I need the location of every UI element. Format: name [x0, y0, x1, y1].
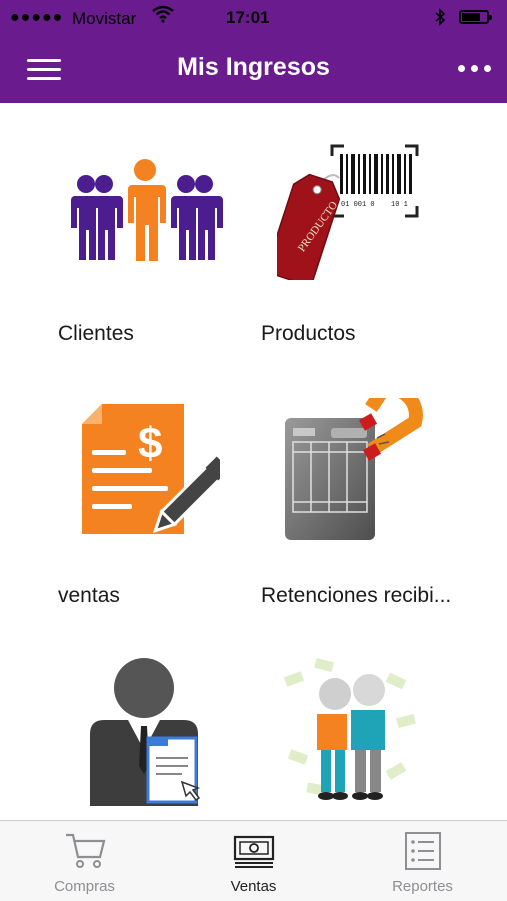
page-title: Mis Ingresos	[177, 53, 330, 81]
tab-label: Reportes	[392, 878, 453, 895]
tile-clientes[interactable]: Clientes	[40, 130, 240, 360]
more-options-button[interactable]	[458, 65, 494, 77]
tab-bar: Compras Ventas Reportes	[0, 820, 507, 901]
tile-label: Retenciones recibi...	[261, 584, 452, 607]
clients-icon	[68, 158, 223, 268]
more-dot	[471, 65, 478, 72]
bluetooth-icon	[434, 8, 446, 31]
retentions-icon	[283, 382, 423, 553]
svg-text:10 1: 10 1	[391, 201, 408, 209]
products-icon: 01 001 0 10 1 PRODUCTO	[264, 140, 427, 288]
tile-productos[interactable]: 01 001 0 10 1 PRODUCTO Productos	[245, 130, 485, 360]
clock: 17:01	[226, 8, 270, 27]
more-dot	[484, 65, 491, 72]
advisor-icon	[86, 656, 206, 811]
tab-compras[interactable]: Compras	[0, 821, 169, 901]
tile-label: Productos	[261, 322, 356, 345]
tab-label: Compras	[54, 878, 115, 895]
tab-reportes[interactable]: Reportes	[338, 821, 507, 901]
battery-icon	[459, 10, 492, 24]
partners-icon	[277, 656, 427, 811]
tile-advisor[interactable]	[40, 650, 240, 820]
navigation-bar: Mis Ingresos	[0, 37, 507, 103]
status-bar: ●●●●● Movistar 17:01	[0, 0, 507, 37]
more-dot	[458, 65, 465, 72]
tab-ventas[interactable]: Ventas	[169, 821, 338, 901]
carrier-name: Movistar	[72, 9, 137, 28]
signal-strength: ●●●●●	[10, 9, 64, 26]
tile-ventas[interactable]: $ ventas	[40, 390, 240, 620]
tile-label: ventas	[58, 584, 120, 607]
tile-partners[interactable]	[245, 650, 490, 820]
tile-label: Clientes	[58, 322, 134, 345]
svg-text:$: $	[138, 419, 162, 468]
cart-icon	[64, 831, 106, 876]
tile-retenciones[interactable]: Retenciones recibi...	[245, 382, 490, 620]
list-icon	[403, 831, 443, 876]
tab-label: Ventas	[230, 878, 277, 895]
money-icon	[232, 831, 276, 874]
svg-text:01 001 0: 01 001 0	[341, 201, 375, 209]
wifi-icon	[152, 5, 174, 28]
sales-icon: $	[80, 400, 232, 545]
